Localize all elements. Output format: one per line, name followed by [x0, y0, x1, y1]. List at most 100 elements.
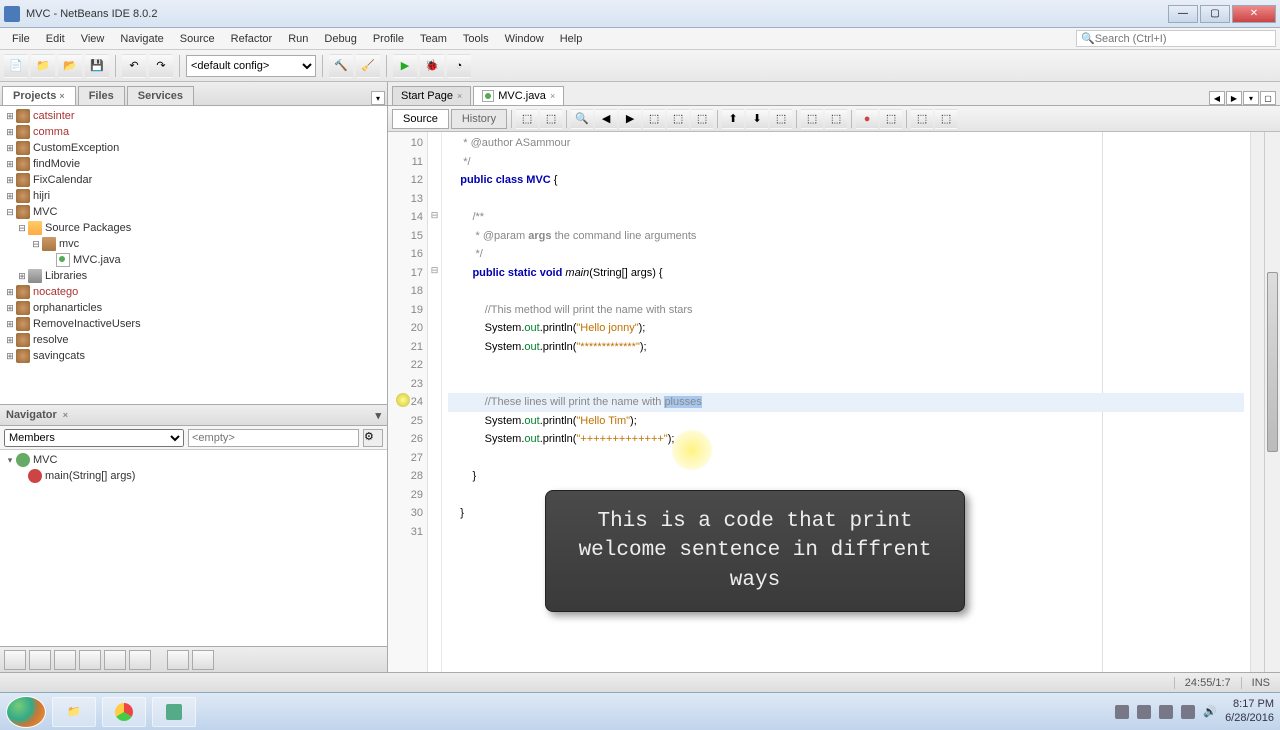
- tree-item[interactable]: ⊞Libraries: [2, 268, 385, 284]
- tray-icon[interactable]: [1159, 705, 1173, 719]
- et-btn[interactable]: ●: [856, 109, 878, 129]
- et-btn[interactable]: ⬚: [935, 109, 957, 129]
- et-btn[interactable]: ⬚: [825, 109, 847, 129]
- new-project-button[interactable]: 📁: [31, 54, 55, 78]
- filter-input[interactable]: [188, 429, 359, 447]
- tree-item[interactable]: ⊞CustomException: [2, 140, 385, 156]
- panel-menu-button[interactable]: ▾: [375, 409, 381, 422]
- et-btn[interactable]: ⬇: [746, 109, 768, 129]
- clean-build-button[interactable]: 🧹: [356, 54, 380, 78]
- chrome-button[interactable]: [102, 697, 146, 727]
- nav-btn-6[interactable]: [129, 650, 151, 670]
- nav-btn-1[interactable]: [4, 650, 26, 670]
- tree-item[interactable]: MVC.java: [2, 252, 385, 268]
- lightbulb-icon[interactable]: [396, 393, 410, 407]
- navigator-tree[interactable]: ▾MVC main(String[] args): [0, 450, 387, 646]
- next-tab-button[interactable]: ▶: [1226, 91, 1242, 105]
- netbeans-button[interactable]: [152, 697, 196, 727]
- close-button[interactable]: ✕: [1232, 5, 1276, 23]
- undo-button[interactable]: ↶: [122, 54, 146, 78]
- tree-item[interactable]: ⊞orphanarticles: [2, 300, 385, 316]
- et-btn[interactable]: ⬚: [880, 109, 902, 129]
- tray-icon[interactable]: [1115, 705, 1129, 719]
- menu-navigate[interactable]: Navigate: [112, 30, 171, 48]
- tray-icon[interactable]: [1137, 705, 1151, 719]
- profile-button[interactable]: ◔: [447, 54, 471, 78]
- nav-btn-3[interactable]: [54, 650, 76, 670]
- history-view-button[interactable]: History: [451, 109, 507, 129]
- menu-tools[interactable]: Tools: [455, 30, 497, 48]
- tab-list-button[interactable]: ▾: [1243, 91, 1259, 105]
- debug-button[interactable]: 🐞: [420, 54, 444, 78]
- et-btn[interactable]: ⬚: [770, 109, 792, 129]
- menu-run[interactable]: Run: [280, 30, 316, 48]
- source-view-button[interactable]: Source: [392, 109, 449, 129]
- quick-search[interactable]: 🔍: [1076, 30, 1276, 47]
- et-btn[interactable]: ⬚: [643, 109, 665, 129]
- close-icon[interactable]: ×: [63, 410, 68, 420]
- et-btn[interactable]: ▶: [619, 109, 641, 129]
- menu-source[interactable]: Source: [172, 30, 223, 48]
- new-file-button[interactable]: 📄: [4, 54, 28, 78]
- menu-edit[interactable]: Edit: [38, 30, 73, 48]
- tree-item[interactable]: ⊞RemoveInactiveUsers: [2, 316, 385, 332]
- run-button[interactable]: ▶: [393, 54, 417, 78]
- overview-ruler[interactable]: [1250, 132, 1264, 672]
- tree-item[interactable]: ⊞hijri: [2, 188, 385, 204]
- et-btn[interactable]: ◀: [595, 109, 617, 129]
- close-icon[interactable]: ×: [59, 91, 64, 101]
- tab-projects[interactable]: Projects×: [2, 86, 76, 105]
- tree-item[interactable]: ⊟Source Packages: [2, 220, 385, 236]
- tab-start-page[interactable]: Start Page×: [392, 86, 471, 105]
- nav-btn-5[interactable]: [104, 650, 126, 670]
- menu-file[interactable]: File: [4, 30, 38, 48]
- maximize-editor-button[interactable]: ▢: [1260, 91, 1276, 105]
- close-icon[interactable]: ×: [550, 91, 555, 101]
- tree-item[interactable]: ⊞findMovie: [2, 156, 385, 172]
- config-select[interactable]: <default config>: [186, 55, 316, 77]
- search-input[interactable]: [1095, 33, 1271, 45]
- tree-item[interactable]: ⊞savingcats: [2, 348, 385, 364]
- tree-item[interactable]: ⊞nocatego: [2, 284, 385, 300]
- minimize-button[interactable]: —: [1168, 5, 1198, 23]
- tab-files[interactable]: Files: [78, 86, 125, 105]
- prev-tab-button[interactable]: ◀: [1209, 91, 1225, 105]
- menu-profile[interactable]: Profile: [365, 30, 412, 48]
- tree-item[interactable]: ⊟mvc: [2, 236, 385, 252]
- menu-help[interactable]: Help: [552, 30, 591, 48]
- close-icon[interactable]: ×: [457, 91, 462, 101]
- clock[interactable]: 8:17 PM 6/28/2016: [1225, 698, 1274, 724]
- scrollbar-thumb[interactable]: [1267, 272, 1278, 452]
- volume-icon[interactable]: 🔊: [1203, 705, 1217, 718]
- start-button[interactable]: [6, 696, 46, 728]
- fold-column[interactable]: ⊟⊟: [428, 132, 442, 672]
- et-btn[interactable]: ⬚: [540, 109, 562, 129]
- menu-window[interactable]: Window: [497, 30, 552, 48]
- panel-menu-button[interactable]: ▾: [371, 91, 385, 105]
- tray-icon[interactable]: [1181, 705, 1195, 719]
- tree-item[interactable]: ⊟MVC: [2, 204, 385, 220]
- et-btn[interactable]: ⬚: [911, 109, 933, 129]
- et-btn[interactable]: ⬚: [516, 109, 538, 129]
- maximize-button[interactable]: ▢: [1200, 5, 1230, 23]
- et-btn[interactable]: ⬚: [691, 109, 713, 129]
- members-select[interactable]: Members: [4, 429, 184, 447]
- menu-debug[interactable]: Debug: [316, 30, 364, 48]
- save-all-button[interactable]: 💾: [85, 54, 109, 78]
- vertical-scrollbar[interactable]: [1264, 132, 1280, 672]
- nav-btn-8[interactable]: [192, 650, 214, 670]
- tree-item[interactable]: ⊞FixCalendar: [2, 172, 385, 188]
- system-tray[interactable]: 🔊 8:17 PM 6/28/2016: [1115, 698, 1274, 724]
- nav-method-item[interactable]: main(String[] args): [2, 468, 385, 484]
- explorer-button[interactable]: 📁: [52, 697, 96, 727]
- nav-btn-2[interactable]: [29, 650, 51, 670]
- tab-services[interactable]: Services: [127, 86, 194, 105]
- open-project-button[interactable]: 📂: [58, 54, 82, 78]
- build-button[interactable]: 🔨: [329, 54, 353, 78]
- tab-mvc-java[interactable]: MVC.java×: [473, 86, 564, 105]
- tree-item[interactable]: ⊞resolve: [2, 332, 385, 348]
- tree-item[interactable]: ⊞catsinter: [2, 108, 385, 124]
- filter-button[interactable]: ⚙: [363, 429, 383, 447]
- et-btn[interactable]: ⬚: [801, 109, 823, 129]
- nav-btn-7[interactable]: [167, 650, 189, 670]
